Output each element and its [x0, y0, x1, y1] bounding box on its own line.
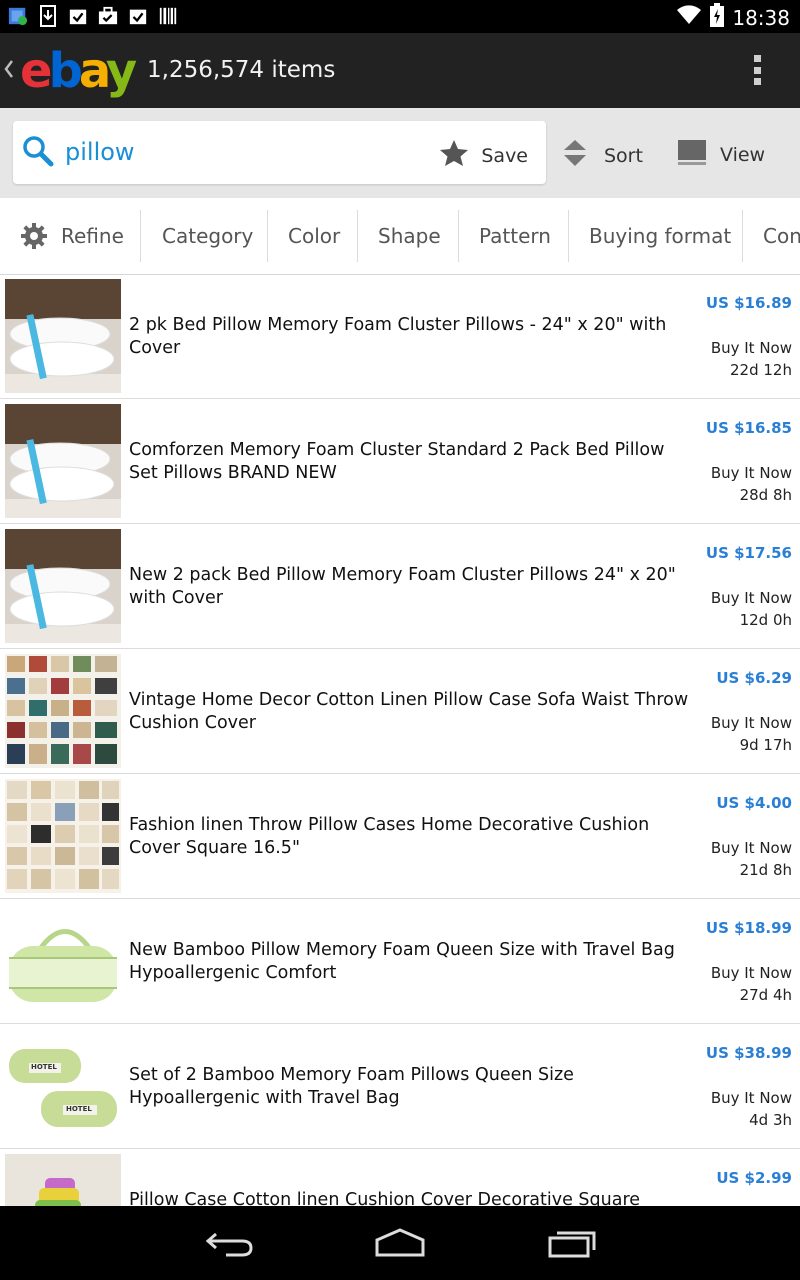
- listing-price: US $2.99: [716, 1169, 792, 1187]
- listing-row[interactable]: Pillow Case Cotton linen Cushion Cover D…: [0, 1149, 800, 1206]
- listing-row[interactable]: Comforzen Memory Foam Cluster Standard 2…: [0, 399, 800, 524]
- back-icon[interactable]: [205, 1228, 254, 1262]
- listing-time-left: 9d 17h: [739, 736, 792, 754]
- recent-apps-icon[interactable]: [547, 1228, 597, 1262]
- listing-format: Buy It Now: [710, 339, 792, 357]
- listing-time-left: 27d 4h: [739, 986, 792, 1004]
- listing-thumbnail: [5, 529, 121, 643]
- listing-thumbnail: [5, 654, 121, 768]
- clipboard-check-icon: [68, 5, 88, 27]
- listing-format: Buy It Now: [710, 714, 792, 732]
- listing-price: US $4.00: [716, 794, 792, 812]
- sort-label: Sort: [604, 144, 643, 167]
- results-count: 1,256,574 items: [147, 57, 336, 83]
- filter-category[interactable]: Category: [162, 198, 253, 274]
- listing-format: Buy It Now: [710, 589, 792, 607]
- listing-time-left: 21d 8h: [739, 861, 792, 879]
- wifi-icon: [676, 4, 702, 31]
- battery-charging-icon: [710, 3, 725, 32]
- listing-row[interactable]: 2 pk Bed Pillow Memory Foam Cluster Pill…: [0, 274, 800, 399]
- listing-format: Buy It Now: [710, 964, 792, 982]
- listing-row[interactable]: New 2 pack Bed Pillow Memory Foam Cluste…: [0, 524, 800, 649]
- listing-thumbnail: [5, 779, 121, 893]
- listing-price: US $16.89: [705, 294, 792, 312]
- listing-format: Buy It Now: [710, 1089, 792, 1107]
- ebay-logo[interactable]: ebay: [20, 43, 137, 99]
- results-list: 2 pk Bed Pillow Memory Foam Cluster Pill…: [0, 274, 800, 1206]
- refine-label: Refine: [61, 224, 124, 248]
- status-bar: 18:38: [0, 0, 800, 33]
- view-label: View: [720, 143, 766, 166]
- view-button[interactable]: View: [678, 138, 765, 171]
- listing-time-left: 4d 3h: [749, 1111, 792, 1129]
- filter-condition[interactable]: Con: [763, 198, 800, 274]
- filter-color[interactable]: Color: [288, 198, 340, 274]
- listing-thumbnail: [5, 279, 121, 393]
- listing-row[interactable]: New Bamboo Pillow Memory Foam Queen Size…: [0, 899, 800, 1024]
- overflow-menu-icon[interactable]: [748, 55, 766, 85]
- search-query[interactable]: pillow: [65, 138, 135, 166]
- listing-format: Buy It Now: [710, 464, 792, 482]
- save-search-button[interactable]: Save: [439, 139, 528, 172]
- filter-shape[interactable]: Shape: [378, 198, 441, 274]
- filter-bar: Refine Category Color Shape Pattern Buyi…: [0, 198, 800, 275]
- view-list-icon: [678, 138, 706, 171]
- clock: 18:38: [732, 5, 790, 30]
- listing-time-left: 28d 8h: [739, 486, 792, 504]
- listing-row[interactable]: HOTEL HOTEL Set of 2 Bamboo Memory Foam …: [0, 1024, 800, 1149]
- filter-buying-format[interactable]: Buying format: [589, 198, 731, 274]
- notification-icons: [8, 5, 178, 27]
- listing-row[interactable]: Vintage Home Decor Cotton Linen Pillow C…: [0, 649, 800, 774]
- listing-price: US $18.99: [705, 919, 792, 937]
- clipboard-check-icon: [128, 5, 148, 27]
- barcode-icon: [158, 5, 178, 27]
- search-icon: [21, 134, 55, 172]
- navigation-bar: [0, 1206, 800, 1280]
- listing-price: US $17.56: [705, 544, 792, 562]
- listing-row[interactable]: Fashion linen Throw Pillow Cases Home De…: [0, 774, 800, 899]
- listing-thumbnail: HOTEL HOTEL: [5, 1029, 121, 1143]
- listing-price: US $6.29: [716, 669, 792, 687]
- listing-thumbnail: [5, 1154, 121, 1206]
- listing-time-left: 22d 12h: [730, 361, 792, 379]
- listing-title[interactable]: Pillow Case Cotton linen Cushion Cover D…: [129, 1189, 689, 1206]
- listing-title[interactable]: New 2 pack Bed Pillow Memory Foam Cluste…: [129, 564, 689, 610]
- listing-title[interactable]: Fashion linen Throw Pillow Cases Home De…: [129, 814, 689, 860]
- logo-letter-b: b: [48, 43, 83, 99]
- download-icon: [38, 5, 58, 27]
- refine-button[interactable]: Refine: [20, 198, 124, 274]
- logo-letter-a: a: [78, 43, 110, 99]
- listing-title[interactable]: Set of 2 Bamboo Memory Foam Pillows Quee…: [129, 1064, 689, 1110]
- sort-button[interactable]: Sort: [562, 138, 643, 173]
- home-icon[interactable]: [374, 1228, 426, 1262]
- shield-app-icon: [8, 5, 28, 27]
- search-box[interactable]: pillow Save: [13, 121, 546, 184]
- save-label: Save: [481, 144, 528, 167]
- logo-letter-e: e: [20, 43, 53, 99]
- thumb-text-1: HOTEL: [31, 1063, 57, 1071]
- app-bar: ebay 1,256,574 items: [0, 33, 800, 108]
- listing-title[interactable]: 2 pk Bed Pillow Memory Foam Cluster Pill…: [129, 314, 689, 360]
- search-row: pillow Save Sort View: [0, 108, 800, 198]
- back-chevron-icon[interactable]: [4, 57, 14, 81]
- gear-icon: [20, 222, 48, 250]
- listing-title[interactable]: Vintage Home Decor Cotton Linen Pillow C…: [129, 689, 689, 735]
- system-icons: 18:38: [676, 3, 790, 32]
- listing-price: US $38.99: [705, 1044, 792, 1062]
- star-icon: [439, 139, 469, 172]
- briefcase-check-icon: [98, 5, 118, 27]
- listing-time-left: 12d 0h: [739, 611, 792, 629]
- listing-title[interactable]: New Bamboo Pillow Memory Foam Queen Size…: [129, 939, 689, 985]
- sort-icon: [562, 138, 588, 173]
- logo-letter-y: y: [105, 43, 137, 99]
- listing-format: Buy It Now: [710, 839, 792, 857]
- listing-title[interactable]: Comforzen Memory Foam Cluster Standard 2…: [129, 439, 689, 485]
- listing-thumbnail: [5, 404, 121, 518]
- filter-pattern[interactable]: Pattern: [479, 198, 551, 274]
- listing-thumbnail: [5, 904, 121, 1018]
- thumb-text-2: HOTEL: [66, 1105, 92, 1113]
- listing-price: US $16.85: [705, 419, 792, 437]
